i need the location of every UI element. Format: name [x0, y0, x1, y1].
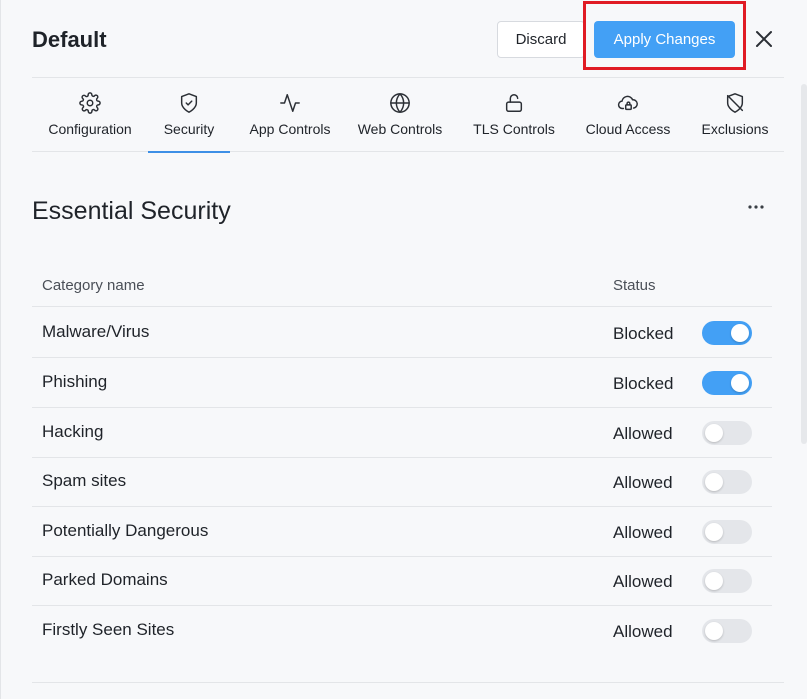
- category-status: Blocked: [613, 374, 674, 393]
- tab-label: Exclusions: [701, 121, 769, 137]
- activity-icon: [280, 94, 300, 112]
- shield-off-icon: [726, 93, 744, 113]
- status-toggle[interactable]: [702, 371, 752, 395]
- discard-button[interactable]: Discard: [497, 21, 585, 58]
- table-row: Firstly Seen Sites Allowed: [32, 606, 772, 656]
- tab-tls-controls[interactable]: TLS Controls: [466, 78, 562, 152]
- policy-panel: Default Discard Apply Changes Configurat…: [0, 0, 807, 699]
- tab-security[interactable]: Security: [148, 78, 230, 153]
- toggle-knob: [705, 473, 723, 491]
- toggle-knob: [705, 424, 723, 442]
- toggle-knob: [705, 622, 723, 640]
- category-status: Allowed: [613, 424, 673, 443]
- footer-divider: [32, 682, 784, 683]
- tab-label: Configuration: [48, 121, 132, 137]
- table-row: Potentially Dangerous Allowed: [32, 507, 772, 557]
- status-toggle[interactable]: [702, 421, 752, 445]
- more-horizontal-icon[interactable]: [745, 196, 767, 218]
- close-icon[interactable]: [753, 28, 775, 50]
- tab-configuration[interactable]: Configuration: [36, 78, 144, 152]
- category-name: Parked Domains: [42, 570, 168, 589]
- tab-cloud-access[interactable]: Cloud Access: [579, 78, 677, 152]
- category-status: Allowed: [613, 523, 673, 542]
- category-status: Allowed: [613, 622, 673, 641]
- toggle-knob: [731, 324, 749, 342]
- status-toggle[interactable]: [702, 569, 752, 593]
- tab-exclusions[interactable]: Exclusions: [698, 78, 772, 152]
- category-name: Firstly Seen Sites: [42, 620, 175, 639]
- category-status: Allowed: [613, 473, 673, 492]
- shield-check-icon: [180, 93, 198, 113]
- tab-app-controls[interactable]: App Controls: [240, 78, 340, 152]
- tab-label: TLS Controls: [473, 121, 555, 137]
- tab-web-controls[interactable]: Web Controls: [352, 78, 448, 152]
- tab-bar: Configuration Security App Controls Web …: [32, 78, 784, 153]
- table-row: Spam sites Allowed: [32, 457, 772, 507]
- apply-changes-button[interactable]: Apply Changes: [594, 21, 735, 58]
- toggle-knob: [731, 374, 749, 392]
- status-toggle[interactable]: [702, 321, 752, 345]
- table-row: Hacking Allowed: [32, 408, 772, 458]
- page-title: Default: [32, 27, 107, 52]
- tab-label: App Controls: [249, 121, 331, 137]
- category-name: Spam sites: [42, 471, 127, 490]
- category-name: Potentially Dangerous: [42, 521, 209, 540]
- table-row: Parked Domains Allowed: [32, 556, 772, 606]
- status-toggle[interactable]: [702, 619, 752, 643]
- category-status: Blocked: [613, 324, 674, 343]
- section-title: Essential Security: [32, 197, 231, 225]
- status-toggle[interactable]: [702, 470, 752, 494]
- category-name: Hacking: [42, 422, 104, 441]
- toggle-knob: [705, 523, 723, 541]
- tab-label: Cloud Access: [585, 121, 671, 137]
- scrollbar[interactable]: [801, 84, 807, 444]
- table-header: Category name Status: [32, 263, 772, 307]
- globe-icon: [390, 93, 410, 113]
- column-header-status: Status: [613, 277, 656, 294]
- cloud-lock-icon: [617, 95, 638, 111]
- table-row: Malware/Virus Blocked: [32, 308, 772, 358]
- status-toggle[interactable]: [702, 520, 752, 544]
- table-row: Phishing Blocked: [32, 358, 772, 408]
- column-header-name: Category name: [42, 277, 145, 294]
- category-name: Phishing: [42, 372, 108, 391]
- category-name: Malware/Virus: [42, 322, 150, 341]
- tab-label: Web Controls: [357, 121, 443, 137]
- category-status: Allowed: [613, 572, 673, 591]
- toggle-knob: [705, 572, 723, 590]
- gear-icon: [79, 92, 101, 114]
- unlock-icon: [505, 94, 523, 112]
- tab-label: Security: [163, 121, 215, 137]
